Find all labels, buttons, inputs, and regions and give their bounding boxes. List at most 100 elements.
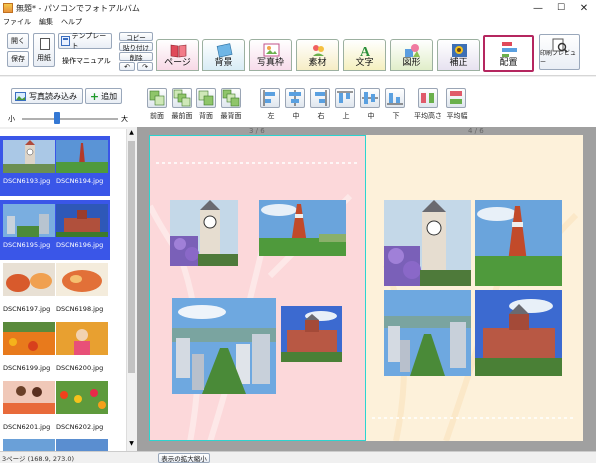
- align-left-label: 左: [267, 112, 275, 120]
- align-center-v-icon: [362, 92, 378, 104]
- photo-name: DSCN6201.jpg: [3, 423, 51, 431]
- tab-photo-frame[interactable]: 写真枠: [249, 39, 292, 71]
- menu-help[interactable]: ヘルプ: [61, 17, 82, 27]
- tab-shapes[interactable]: 図形: [390, 39, 433, 71]
- album-photo-clock-tower[interactable]: [170, 200, 238, 266]
- tab-background[interactable]: 背景: [202, 39, 245, 71]
- paper-icon: [40, 38, 50, 50]
- photo-list-scrollbar[interactable]: ▲ ▼: [126, 129, 136, 451]
- template-button[interactable]: テンプレート: [58, 32, 112, 50]
- picture-icon: [15, 91, 26, 101]
- zoom-button[interactable]: 表示の拡大縮小: [158, 453, 210, 463]
- photo-thumbnail[interactable]: [3, 204, 55, 237]
- album-photo-brick-building[interactable]: [281, 306, 342, 362]
- album-photo-clock-tower[interactable]: [384, 200, 471, 286]
- minimize-button[interactable]: —: [526, 0, 550, 16]
- flower-field-image: [3, 322, 55, 355]
- manual-link[interactable]: 操作マニュアル: [62, 56, 111, 66]
- photo-thumbnail[interactable]: [56, 263, 108, 296]
- scrollbar-thumb[interactable]: [128, 141, 135, 373]
- photo-name: DSCN6194.jpg: [56, 177, 104, 185]
- add-photo-button[interactable]: + 追加: [85, 88, 122, 104]
- send-to-back-icon: [222, 89, 240, 107]
- redo-button[interactable]: ↷: [137, 62, 153, 71]
- app-icon: [3, 3, 13, 13]
- app-window: 無題* - パソコンでフォトアルバム — ☐ ✕ ファイル 編集 ヘルプ 開く …: [0, 0, 596, 463]
- tulips-image: [56, 381, 108, 414]
- city-park-image: [172, 298, 276, 394]
- align-center-h-button[interactable]: [285, 88, 305, 108]
- people-flowers-image: [3, 381, 55, 414]
- photo-thumbnail[interactable]: [56, 204, 108, 237]
- svg-text:A: A: [360, 45, 371, 59]
- save-button[interactable]: 保存: [7, 51, 29, 67]
- bring-to-front-label: 最前面: [171, 112, 193, 120]
- photo-name: DSCN6193.jpg: [3, 177, 51, 185]
- scroll-up-arrow-icon[interactable]: ▲: [128, 129, 135, 138]
- right-page[interactable]: [366, 135, 583, 441]
- bring-to-front-button[interactable]: [172, 88, 192, 108]
- tab-arrange[interactable]: 配置: [483, 35, 534, 72]
- album-canvas[interactable]: 3 / 6 4 / 6: [137, 127, 596, 451]
- left-page[interactable]: [149, 135, 366, 441]
- copy-button[interactable]: コピー: [119, 32, 153, 42]
- align-center-h-label: 中: [292, 112, 300, 120]
- photo-thumbnail[interactable]: [56, 381, 108, 414]
- align-center-h-icon: [289, 90, 301, 106]
- tree-background-pattern: [372, 212, 579, 441]
- send-backward-button[interactable]: [196, 88, 216, 108]
- align-top-button[interactable]: [335, 88, 355, 108]
- photo-thumbnail[interactable]: [56, 439, 108, 451]
- photo-name: DSCN6200.jpg: [56, 364, 104, 372]
- align-right-button[interactable]: [310, 88, 330, 108]
- photo-thumbnail[interactable]: [56, 322, 108, 355]
- photo-thumbnail[interactable]: [3, 381, 55, 414]
- album-photo-brick-building[interactable]: [475, 290, 562, 376]
- arrange-icon: [502, 42, 517, 57]
- paper-button[interactable]: 用紙: [33, 33, 55, 67]
- align-left-button[interactable]: [260, 88, 280, 108]
- photo-frame-icon: [263, 43, 280, 57]
- photo-thumbnail[interactable]: [3, 439, 55, 451]
- photo-thumbnail[interactable]: [3, 263, 55, 296]
- photo-thumbnail[interactable]: [3, 322, 55, 355]
- close-button[interactable]: ✕: [572, 0, 596, 16]
- menu-edit[interactable]: 編集: [39, 17, 53, 27]
- align-center-v-button[interactable]: [360, 88, 380, 108]
- maximize-button[interactable]: ☐: [549, 0, 573, 16]
- photo-thumbnail[interactable]: [56, 140, 108, 173]
- city-park-image: [3, 204, 55, 237]
- open-button[interactable]: 開く: [7, 33, 29, 49]
- album-photo-tv-tower[interactable]: [475, 200, 562, 286]
- slider-large-label: 大: [121, 115, 128, 123]
- tv-tower-image: [56, 140, 108, 173]
- photo-thumbnail[interactable]: [3, 140, 55, 173]
- photo-name: DSCN6197.jpg: [3, 305, 51, 313]
- equal-height-button[interactable]: [418, 88, 438, 108]
- delete-button[interactable]: 削除: [119, 52, 153, 62]
- book-icon: [170, 44, 187, 58]
- album-photo-tv-tower[interactable]: [259, 200, 346, 256]
- tab-materials[interactable]: 素材: [296, 39, 339, 71]
- thumbnail-size-slider[interactable]: [22, 118, 118, 120]
- print-preview-button[interactable]: 印刷プレビュー: [539, 34, 580, 70]
- undo-button[interactable]: ↶: [119, 62, 135, 71]
- bring-forward-button[interactable]: [147, 88, 167, 108]
- album-photo-city-park[interactable]: [172, 298, 276, 394]
- scroll-down-arrow-icon[interactable]: ▼: [128, 440, 135, 449]
- menu-file[interactable]: ファイル: [3, 17, 31, 27]
- equal-width-button[interactable]: [446, 88, 466, 108]
- tab-page[interactable]: ページ: [156, 39, 199, 71]
- tab-text[interactable]: A 文字: [343, 39, 386, 71]
- tab-correction[interactable]: 補正: [437, 39, 480, 71]
- slider-thumb[interactable]: [54, 112, 60, 124]
- send-to-back-button[interactable]: [221, 88, 241, 108]
- paste-button[interactable]: 貼り付け: [119, 42, 153, 52]
- album-photo-city-park[interactable]: [384, 290, 471, 376]
- send-backward-icon: [198, 90, 214, 106]
- photo-name: DSCN6198.jpg: [56, 305, 104, 313]
- import-photos-button[interactable]: 写真読み込み: [11, 88, 83, 104]
- photo-name: DSCN6196.jpg: [56, 241, 104, 249]
- align-bottom-button[interactable]: [385, 88, 405, 108]
- seafood-image: [56, 263, 108, 296]
